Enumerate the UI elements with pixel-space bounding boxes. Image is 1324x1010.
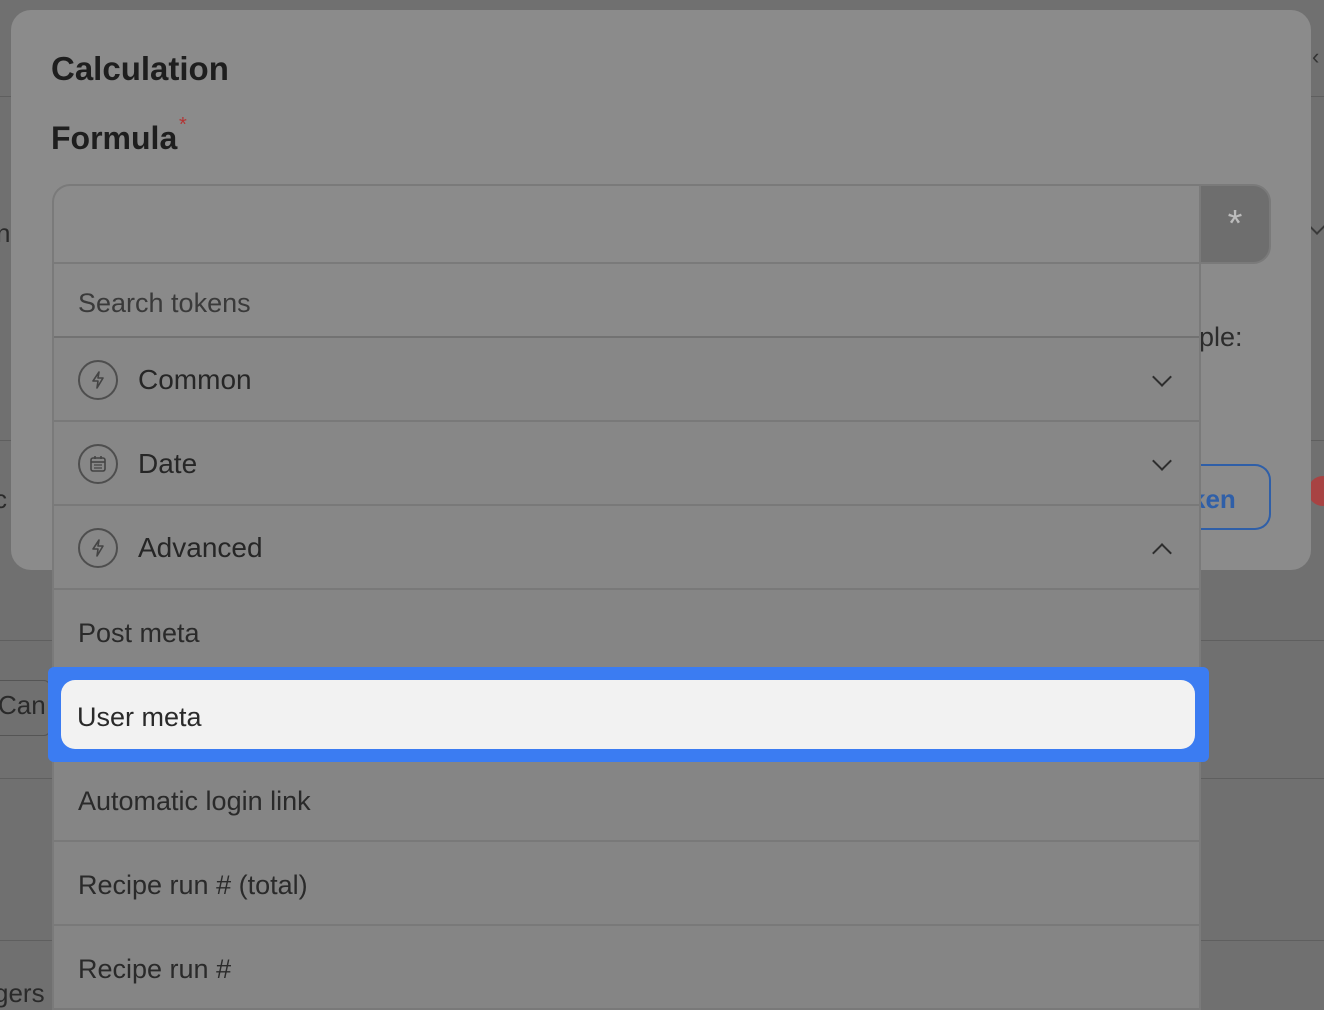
category-label: Common <box>138 364 252 395</box>
bg-text-fragment: c <box>0 484 7 514</box>
bolt-icon <box>78 360 118 400</box>
search-tokens-input[interactable]: Search tokens <box>54 262 1199 338</box>
chevron-up-icon <box>1152 543 1172 563</box>
required-marker: * <box>179 114 187 136</box>
token-button-symbol: * <box>1227 202 1243 245</box>
bg-text-fragment: n <box>0 218 11 248</box>
category-label: Advanced <box>138 532 263 563</box>
modal-title: Calculation <box>51 50 229 87</box>
category-advanced[interactable]: Advanced <box>54 506 1199 590</box>
bg-text-fragment: Can <box>0 690 46 720</box>
chevron-down-icon <box>1152 367 1172 387</box>
token-item-post-meta[interactable]: Post meta <box>54 590 1199 674</box>
token-item-automatic-login-link[interactable]: Automatic login link <box>54 758 1199 842</box>
bg-text-fragment: gers <box>0 978 45 1008</box>
formula-label: Formula <box>51 120 178 156</box>
category-label: Date <box>138 448 198 479</box>
asterisk-icon[interactable]: * <box>1199 184 1271 264</box>
token-dropdown: Search tokens Common Date Advanced Post … <box>52 262 1201 1010</box>
bg-close-icon: ‹ <box>1312 44 1320 69</box>
token-item-recipe-run[interactable]: Recipe run # <box>54 926 1199 1010</box>
token-item-recipe-run-total[interactable]: Recipe run # (total) <box>54 842 1199 926</box>
token-item-highlight: User meta <box>48 667 1209 762</box>
formula-input[interactable] <box>52 184 1201 264</box>
category-common[interactable]: Common <box>54 338 1199 422</box>
token-item-user-meta[interactable]: User meta <box>61 680 1195 749</box>
chevron-down-icon <box>1152 451 1172 471</box>
example-text-fragment: ple: <box>1199 322 1243 352</box>
category-date[interactable]: Date <box>54 422 1199 506</box>
calendar-icon <box>78 444 118 484</box>
bolt-icon <box>78 528 118 568</box>
